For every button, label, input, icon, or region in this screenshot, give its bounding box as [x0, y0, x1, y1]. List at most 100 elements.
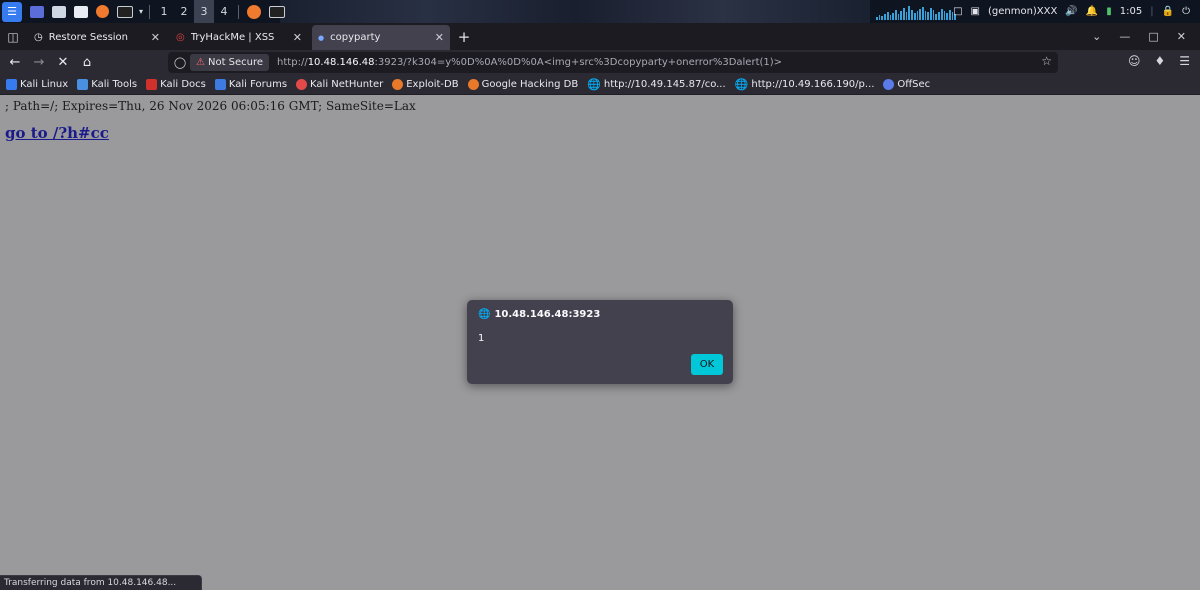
home-icon[interactable]: ⌂ — [76, 52, 98, 74]
bookmark-google-hacking-db[interactable]: Google Hacking DB — [467, 79, 579, 90]
bookmark-exploit-db[interactable]: Exploit-DB — [392, 79, 459, 90]
url-rest: :3923/?k304=y%0D%0A%0D%0A<img+src%3Dcopy… — [374, 57, 783, 68]
cpu-graph-bar — [924, 11, 927, 20]
cpu-graph-bar — [892, 13, 894, 20]
tab-tryhackme[interactable]: ◎ TryHackMe | XSS ✕ — [170, 25, 308, 50]
bookmark-url-1[interactable]: 🌐 http://10.49.145.87/co... — [587, 78, 725, 91]
cpu-graph-bar — [903, 8, 905, 20]
forward-arrow-icon[interactable]: → — [28, 52, 50, 74]
loading-dot-icon: ● — [318, 33, 325, 42]
cpu-graph — [876, 4, 957, 20]
text-editor-icon[interactable] — [74, 5, 88, 18]
workspace-4[interactable]: 4 — [214, 0, 234, 23]
bookmark-kali-forums[interactable]: Kali Forums — [214, 79, 288, 90]
new-tab-button[interactable]: + — [452, 23, 476, 50]
cpu-graph-bar — [946, 13, 948, 20]
notification-bell-icon[interactable]: 🔔 — [1086, 6, 1098, 17]
bookmark-label: Kali NetHunter — [310, 79, 384, 90]
system-panel: ☰ ▾ 1 2 3 4 □ ▣ (genmon)XXX 🔊 🔔 ▮ 1:05 |… — [0, 0, 1200, 23]
volume-icon[interactable]: 🔊 — [1065, 6, 1077, 17]
bookmark-kali-linux[interactable]: Kali Linux — [6, 79, 68, 90]
bookmark-kali-nethunter[interactable]: Kali NetHunter — [296, 79, 383, 90]
url-prefix: http:// — [277, 57, 308, 68]
maximize-icon[interactable]: □ — [1148, 30, 1158, 43]
cpu-graph-bar — [905, 12, 908, 20]
cpu-graph-bar — [908, 6, 911, 20]
tab-title: copyparty — [330, 32, 381, 43]
menu-icon[interactable]: ☰ — [1179, 54, 1190, 68]
genmon-label: (genmon)XXX — [987, 6, 1058, 17]
power-icon[interactable]: ⏻ — [1182, 6, 1190, 17]
tab-copyparty[interactable]: ● copyparty ✕ — [312, 25, 450, 50]
bookmark-star-icon[interactable]: ☆ — [1041, 54, 1052, 68]
bookmark-label: http://10.49.145.87/co... — [603, 79, 726, 90]
clock[interactable]: 1:05 — [1120, 6, 1142, 17]
not-secure-label: Not Secure — [207, 57, 264, 68]
bookmark-label: Google Hacking DB — [481, 79, 579, 90]
display-icon[interactable]: □ — [953, 6, 962, 17]
bookmark-offsec[interactable]: OffSec — [883, 79, 930, 90]
url-host: 10.48.146.48 — [307, 57, 375, 68]
file-manager-icon[interactable] — [52, 5, 66, 18]
panel-separator — [149, 4, 150, 19]
list-tabs-chevron-icon[interactable]: ⌄ — [1092, 30, 1101, 43]
close-icon[interactable]: ✕ — [435, 31, 444, 44]
close-icon[interactable]: ✕ — [293, 31, 302, 44]
show-desktop-icon[interactable] — [30, 5, 44, 18]
bookmark-label: Kali Forums — [228, 79, 288, 90]
globe-icon: 🌐 — [734, 78, 749, 91]
bookmark-kali-tools[interactable]: Kali Tools — [77, 79, 137, 90]
globe-icon: 🌐 — [587, 78, 601, 91]
shield-icon[interactable]: ◯ — [172, 56, 188, 69]
terminal-window-icon[interactable] — [269, 5, 285, 18]
not-secure-badge[interactable]: ⚠ Not Secure — [190, 54, 270, 71]
chevron-down-icon[interactable]: ▾ — [137, 0, 145, 23]
tab-title: Restore Session — [48, 32, 129, 43]
cpu-graph-bar — [932, 10, 935, 20]
window-close-icon[interactable]: ✕ — [1177, 30, 1186, 43]
back-arrow-icon[interactable]: ← — [4, 52, 26, 74]
cpu-graph-bar — [889, 15, 892, 20]
terminal-launcher-icon[interactable] — [117, 5, 133, 18]
go-to-link[interactable]: go to /?h#cc — [5, 124, 109, 142]
bookmark-label: OffSec — [897, 79, 931, 90]
workspace-2[interactable]: 2 — [174, 0, 194, 23]
ghdb-icon — [467, 79, 479, 90]
workspace-1[interactable]: 1 — [154, 0, 174, 23]
restore-session-icon: ◷ — [34, 32, 43, 43]
cpu-graph-bar — [919, 9, 921, 20]
cpu-graph-bar — [940, 9, 943, 20]
cpu-graph-bar — [916, 11, 919, 20]
kali-tools-icon — [77, 79, 89, 90]
workspace-3[interactable]: 3 — [194, 0, 214, 23]
bookmark-label: Kali Tools — [91, 79, 138, 90]
account-icon[interactable]: ☺ — [1128, 54, 1141, 68]
cpu-graph-bar — [881, 16, 884, 20]
firefox-launcher-icon[interactable] — [96, 5, 109, 18]
address-bar[interactable]: ◯ ⚠ Not Secure http://10.48.146.48:3923/… — [168, 52, 1058, 73]
tab-restore-session[interactable]: ◷ Restore Session ✕ — [28, 25, 166, 50]
minimize-icon[interactable]: — — [1119, 30, 1130, 43]
dialog-origin: 10.48.146.48:3923 — [494, 309, 601, 320]
url-text[interactable]: http://10.48.146.48:3923/?k304=y%0D%0A%0… — [277, 57, 782, 68]
close-icon[interactable]: ✕ — [151, 31, 160, 44]
extensions-icon[interactable]: ♦ — [1154, 54, 1165, 68]
firefox-window-icon[interactable] — [247, 4, 261, 19]
cpu-graph-bar — [927, 12, 930, 20]
cpu-graph-bar — [894, 10, 897, 20]
ok-button[interactable]: OK — [691, 354, 723, 375]
firefox-view-icon[interactable]: ◫ — [0, 23, 26, 50]
stop-loading-icon[interactable]: ✕ — [52, 52, 74, 74]
kali-menu-icon[interactable]: ☰ — [2, 1, 22, 22]
bookmark-label: http://10.49.166.190/p... — [751, 79, 875, 90]
panel-separator: | — [1150, 6, 1154, 17]
lock-icon[interactable]: 🔒 — [1162, 6, 1174, 17]
cpu-graph-bar — [911, 10, 913, 20]
battery-icon: ▮ — [1106, 6, 1112, 17]
bookmark-url-2[interactable]: 🌐 http://10.49.166.190/p... — [735, 78, 875, 91]
genmon-icon: ▣ — [970, 6, 980, 17]
cpu-graph-bar — [935, 14, 938, 20]
bookmark-kali-docs[interactable]: Kali Docs — [146, 79, 206, 90]
kali-docs-icon — [146, 79, 158, 90]
panel-wallpaper-strip — [280, 0, 870, 23]
